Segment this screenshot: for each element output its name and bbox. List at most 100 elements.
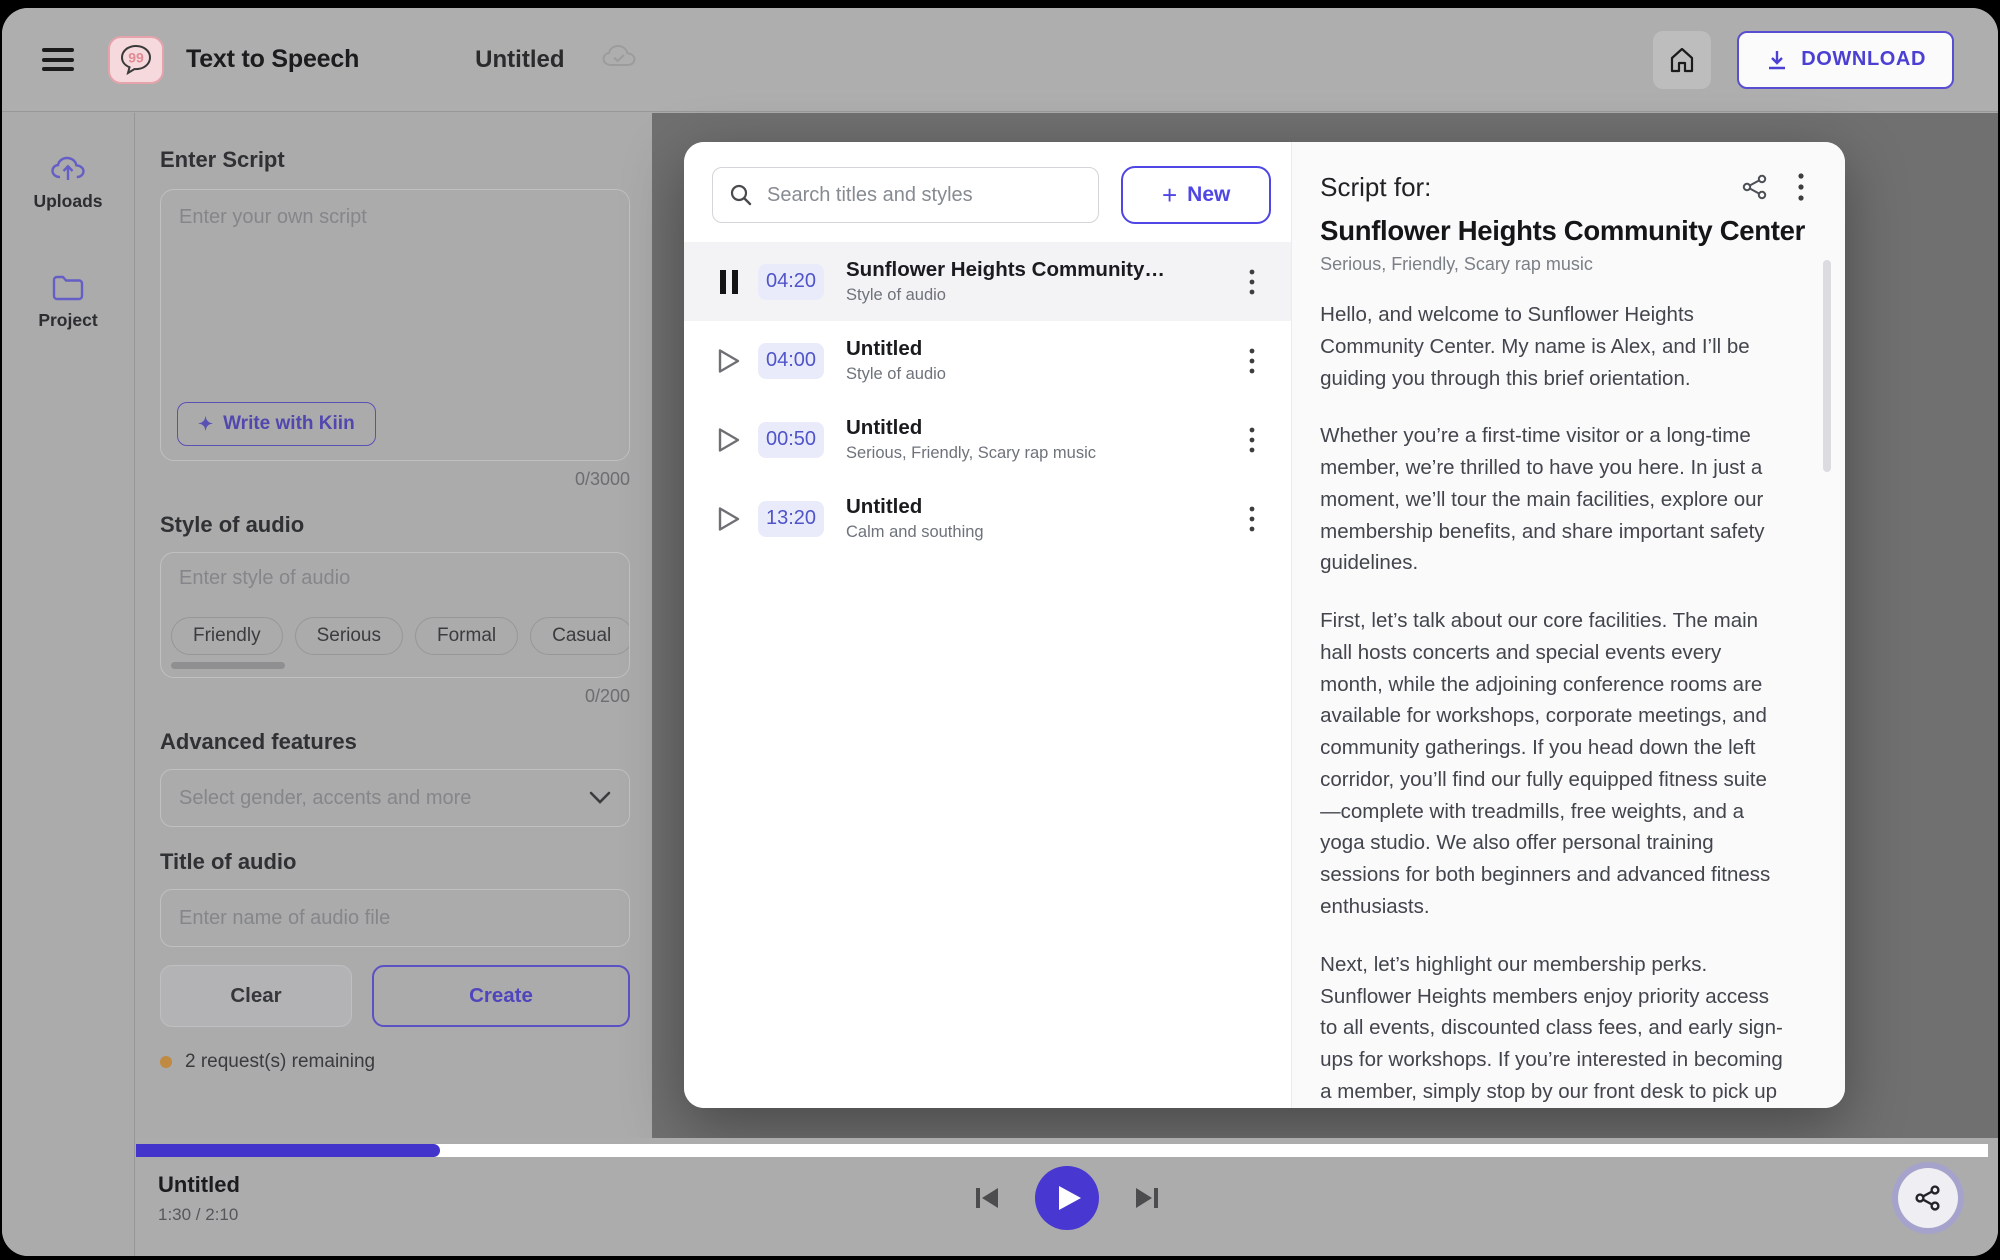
write-with-kiin-button[interactable]: ✦ Write with Kiin <box>177 402 376 446</box>
audio-title-input[interactable]: Enter name of audio file <box>160 889 630 947</box>
duration-badge: 04:20 <box>758 264 824 300</box>
script-paragraph: Next, let’s highlight our membership per… <box>1320 949 1784 1108</box>
item-text: UntitledStyle of audio <box>846 337 1235 384</box>
play-button[interactable] <box>714 506 744 532</box>
script-body: Hello, and welcome to Sunflower Heights … <box>1320 299 1784 1108</box>
requests-status: 2 request(s) remaining <box>160 1051 630 1073</box>
write-with-kiin-label: Write with Kiin <box>223 413 355 435</box>
item-text: Untitled Serious, Friendly, Scary rap mus… <box>846 416 1235 463</box>
app-logo: 99 <box>108 36 164 84</box>
skip-forward-button[interactable] <box>1133 1185 1161 1211</box>
requests-remaining-text: 2 request(s) remaining <box>185 1051 375 1073</box>
title-of-audio-heading: Title of audio <box>160 849 630 875</box>
player-controls <box>136 1166 1998 1230</box>
item-subtitle: Serious, Friendly, Scary rap music <box>846 444 1235 463</box>
app-window: 99 Text to Speech Untitled DOWNLOAD <box>2 8 1998 1256</box>
style-placeholder: Enter style of audio <box>179 567 611 590</box>
script-style-subtitle: Serious, Friendly, Scary rap music <box>1320 254 1805 275</box>
item-title: Untitled <box>846 337 1235 361</box>
style-input[interactable]: Enter style of audio Friendly Serious Form… <box>160 552 630 678</box>
upload-cloud-icon <box>50 153 86 183</box>
audio-list: 04:20 Sunflower Heights Community…Style o… <box>684 242 1291 558</box>
plus-icon: + <box>1162 182 1177 208</box>
duration-badge: 04:00 <box>758 343 824 379</box>
item-title: Untitled <box>846 495 1235 519</box>
advanced-features-dropdown[interactable]: Select gender, accents and more <box>160 769 630 827</box>
cloud-sync-icon <box>601 44 637 75</box>
document-title: Untitled <box>475 46 564 74</box>
duration-badge: 00:50 <box>758 422 824 458</box>
style-of-audio-heading: Style of audio <box>160 512 630 538</box>
advanced-features-heading: Advanced features <box>160 729 630 755</box>
list-item[interactable]: 04:00 UntitledStyle of audio <box>684 321 1291 400</box>
style-chip[interactable]: Friendly <box>171 617 283 655</box>
play-icon <box>717 348 741 374</box>
kebab-menu-icon[interactable] <box>1797 172 1805 202</box>
script-textarea[interactable]: Enter your own script ✦ Write with Kiin <box>160 189 630 461</box>
script-char-counter: 0/3000 <box>160 469 630 490</box>
item-menu-button[interactable] <box>1235 427 1269 453</box>
rail-item-uploads[interactable]: Uploads <box>33 153 102 212</box>
item-menu-button[interactable] <box>1235 506 1269 532</box>
composer-panel: Enter Script Enter your own script ✦ Wri… <box>136 113 652 1256</box>
item-title: Untitled <box>846 416 1235 440</box>
kebab-menu-icon <box>1249 427 1255 453</box>
item-menu-button[interactable] <box>1235 269 1269 295</box>
list-item[interactable]: 13:20 UntitledCalm and southing <box>684 479 1291 558</box>
top-bar-actions: DOWNLOAD <box>1653 31 1954 89</box>
play-button[interactable] <box>714 427 744 453</box>
script-paragraph: Whether you’re a first-time visitor or a… <box>1320 420 1784 579</box>
play-icon <box>1057 1184 1083 1212</box>
player-share-button[interactable] <box>1898 1168 1958 1228</box>
download-button[interactable]: DOWNLOAD <box>1737 31 1954 89</box>
list-item[interactable]: 04:20 Sunflower Heights Community…Style o… <box>684 242 1291 321</box>
list-item[interactable]: 00:50 Untitled Serious, Friendly, Scary ra… <box>684 400 1291 479</box>
search-input[interactable]: Search titles and styles <box>712 167 1099 223</box>
play-button[interactable] <box>714 348 744 374</box>
style-chip[interactable]: Formal <box>415 617 518 655</box>
item-text: Sunflower Heights Community…Style of aud… <box>846 258 1235 305</box>
pause-button[interactable] <box>714 270 744 294</box>
script-title: Sunflower Heights Community Center <box>1320 215 1805 247</box>
chevron-down-icon <box>589 791 611 805</box>
speech-bubble-icon: 99 <box>119 44 153 76</box>
home-button[interactable] <box>1653 31 1711 89</box>
pause-icon <box>720 270 738 294</box>
style-chip[interactable]: Serious <box>295 617 403 655</box>
script-panel: Script for: Sunflower Heights Community … <box>1291 142 1845 1108</box>
item-title: Sunflower Heights Community… <box>846 258 1235 282</box>
top-bar: 99 Text to Speech Untitled DOWNLOAD <box>2 8 1998 112</box>
clear-button[interactable]: Clear <box>160 965 352 1027</box>
player-play-button[interactable] <box>1035 1166 1099 1230</box>
new-button-label: New <box>1187 183 1230 207</box>
home-icon <box>1668 46 1696 74</box>
create-button[interactable]: Create <box>372 965 630 1027</box>
progress-track[interactable] <box>136 1144 1988 1157</box>
screen: 99 Text to Speech Untitled DOWNLOAD <box>0 0 2000 1260</box>
app-title: Text to Speech <box>186 45 359 74</box>
share-icon <box>1914 1184 1942 1212</box>
item-text: UntitledCalm and southing <box>846 495 1235 542</box>
script-paragraph: First, let’s talk about our core facilit… <box>1320 605 1784 923</box>
duration-badge: 13:20 <box>758 501 824 537</box>
progress-fill <box>136 1144 440 1157</box>
library-modal: Search titles and styles + New 04:20 Sunf… <box>684 142 1845 1108</box>
skip-back-icon <box>973 1185 1001 1211</box>
skip-back-button[interactable] <box>973 1185 1001 1211</box>
style-char-counter: 0/200 <box>160 686 630 707</box>
status-dot-icon <box>160 1056 172 1068</box>
script-scrollbar[interactable] <box>1823 260 1831 472</box>
share-icon[interactable] <box>1741 173 1769 201</box>
play-icon <box>717 427 741 453</box>
item-menu-button[interactable] <box>1235 348 1269 374</box>
style-chip[interactable]: Casual <box>530 617 629 655</box>
rail-label-uploads: Uploads <box>33 191 102 212</box>
sparkle-icon: ✦ <box>198 414 213 435</box>
rail-item-project[interactable]: Project <box>38 274 97 331</box>
menu-icon[interactable] <box>42 48 74 71</box>
search-placeholder: Search titles and styles <box>767 184 973 207</box>
kebab-menu-icon <box>1249 348 1255 374</box>
new-button[interactable]: + New <box>1121 166 1271 224</box>
audio-list-column: Search titles and styles + New 04:20 Sunf… <box>684 142 1291 1108</box>
chips-scrollbar[interactable] <box>171 662 285 669</box>
